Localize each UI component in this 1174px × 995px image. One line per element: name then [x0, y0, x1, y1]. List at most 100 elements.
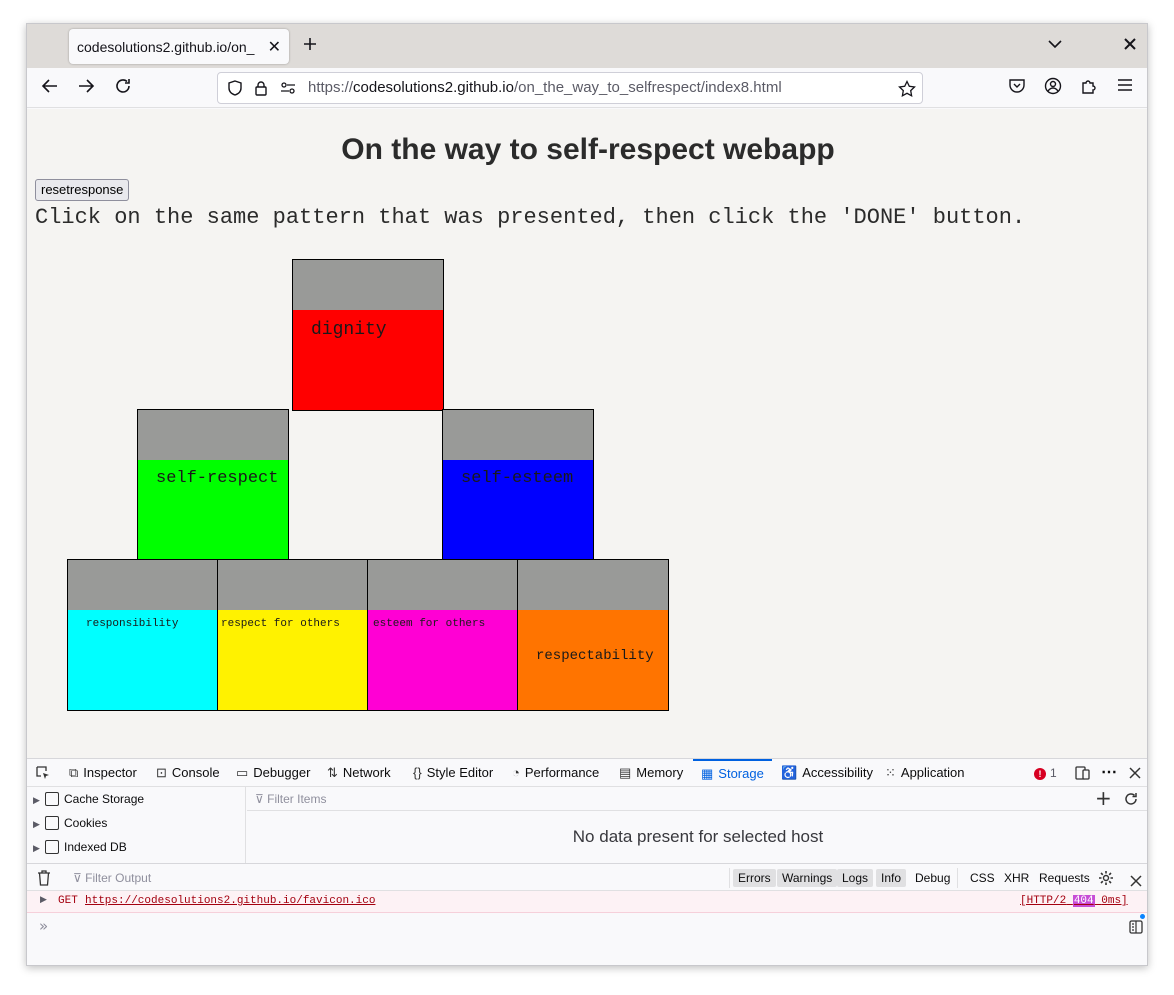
block-respectability[interactable]: respectability	[517, 559, 669, 711]
request-url[interactable]: https://codesolutions2.github.io/favicon…	[85, 895, 375, 907]
block-respect-for-others[interactable]: respect for others	[217, 559, 369, 711]
filter-css[interactable]: CSS	[965, 869, 1000, 887]
application-icon: ⁙	[885, 765, 896, 780]
block-label: self-respect	[156, 469, 279, 488]
block-label: dignity	[311, 320, 387, 340]
filter-errors[interactable]: Errors	[733, 869, 776, 887]
memory-icon: ▤	[619, 765, 632, 780]
trash-icon[interactable]	[37, 870, 51, 890]
tree-item-cache-storage[interactable]: ▶ Cache Storage	[33, 787, 144, 811]
bookmark-star-icon[interactable]	[898, 79, 916, 102]
pocket-icon[interactable]	[1006, 77, 1028, 99]
block-cap	[68, 560, 218, 610]
close-console-icon[interactable]	[1130, 872, 1142, 891]
filter-debug[interactable]: Debug	[910, 869, 955, 887]
refresh-icon[interactable]	[1123, 791, 1139, 811]
close-tab-icon[interactable]: ✕	[268, 37, 281, 56]
block-self-esteem[interactable]: self-esteem	[442, 409, 594, 561]
console-message-row[interactable]: ▶ GET https://codesolutions2.github.io/f…	[27, 891, 1147, 913]
settings-gear-icon[interactable]	[1098, 870, 1114, 890]
request-method: GET	[58, 895, 78, 907]
filter-logs[interactable]: Logs	[837, 869, 874, 887]
filter-output-input[interactable]: ⊽ Filter Output	[73, 871, 151, 885]
tab-console[interactable]: ⊡ Console	[156, 759, 220, 787]
block-cap	[293, 260, 443, 310]
element-picker-icon[interactable]	[35, 759, 51, 787]
block-dignity[interactable]: dignity	[292, 259, 444, 411]
tab-inspector[interactable]: ⧉ Inspector	[69, 759, 137, 787]
console-input[interactable]: »	[27, 913, 1147, 939]
forward-icon[interactable]	[75, 77, 97, 99]
close-window-icon[interactable]	[1123, 36, 1137, 56]
page-content: On the way to self-respect webapp resetr…	[27, 109, 1147, 758]
block-esteem-for-others[interactable]: esteem for others	[367, 559, 519, 711]
editor-mode-icon[interactable]	[1129, 914, 1145, 938]
console-prompt-icon: »	[39, 917, 49, 935]
block-responsibility[interactable]: responsibility	[67, 559, 219, 711]
filter-icon: ⊽	[255, 792, 268, 806]
tab-style-editor[interactable]: {} Style Editor	[413, 759, 493, 787]
reset-response-button[interactable]: resetresponse	[35, 179, 130, 201]
error-count-badge[interactable]: ! 1	[1034, 759, 1057, 787]
filter-warnings[interactable]: Warnings	[777, 869, 838, 887]
network-icon: ⇅	[327, 765, 338, 780]
expand-arrow-icon[interactable]: ▶	[33, 788, 45, 812]
new-tab-icon[interactable]	[302, 36, 318, 57]
database-icon	[45, 815, 59, 830]
storage-main: ⊽ Filter Items + No data present for sel…	[247, 787, 1147, 863]
block-label: respectability	[536, 648, 654, 664]
browser-tab[interactable]: codesolutions2.github.io/on_ ✕	[69, 29, 289, 64]
tab-application[interactable]: ⁙ Application	[885, 759, 965, 787]
debugger-icon: ▭	[236, 765, 249, 780]
tab-performance[interactable]: ◔ Performance	[512, 759, 599, 787]
status-code-badge: 404	[1072, 895, 1095, 907]
style-editor-icon: {}	[413, 765, 422, 780]
chevron-down-icon[interactable]	[1047, 36, 1063, 57]
back-icon[interactable]	[39, 77, 61, 99]
request-status[interactable]: [HTTP/2 404 0ms]	[1020, 895, 1128, 907]
account-icon[interactable]	[1042, 77, 1064, 99]
close-devtools-icon[interactable]	[1129, 759, 1141, 787]
devtools-toolbar: ⧉ Inspector ⊡ Console ▭ Debugger ⇅ Network {…	[27, 759, 1147, 787]
more-options-icon[interactable]: ⋯	[1101, 759, 1117, 787]
console-icon: ⊡	[156, 765, 167, 780]
responsive-design-icon[interactable]	[1075, 759, 1091, 787]
filter-info[interactable]: Info	[876, 869, 907, 887]
block-cap	[368, 560, 518, 610]
inspector-icon: ⧉	[69, 765, 79, 780]
expand-arrow-icon[interactable]: ▶	[40, 895, 47, 905]
url-bar[interactable]: https://codesolutions2.github.io/on_the_…	[217, 72, 923, 104]
storage-tree: ▶ Cache Storage ▶ Cookies ▶ Indexed DB	[27, 787, 246, 863]
add-item-icon[interactable]: +	[1095, 788, 1112, 808]
expand-arrow-icon[interactable]: ▶	[33, 812, 45, 836]
tree-item-indexed-db[interactable]: ▶ Indexed DB	[33, 835, 127, 859]
tab-memory[interactable]: ▤ Memory	[619, 759, 683, 787]
shield-icon[interactable]	[227, 80, 243, 100]
tab-storage[interactable]: ▦ Storage	[693, 759, 772, 787]
permissions-icon[interactable]	[280, 80, 296, 100]
navigation-bar: https://codesolutions2.github.io/on_the_…	[27, 68, 1147, 108]
tree-item-cookies[interactable]: ▶ Cookies	[33, 811, 107, 835]
tab-title: codesolutions2.github.io/on_	[77, 38, 255, 55]
tab-debugger[interactable]: ▭ Debugger	[236, 759, 310, 787]
database-icon	[45, 839, 59, 854]
divider	[957, 868, 958, 888]
url-text[interactable]: https://codesolutions2.github.io/on_the_…	[308, 79, 782, 96]
notification-dot	[1140, 914, 1145, 919]
filter-requests[interactable]: Requests	[1034, 869, 1095, 887]
tab-accessibility[interactable]: ♿ Accessibility	[781, 759, 873, 787]
reload-icon[interactable]	[112, 77, 134, 99]
expand-arrow-icon[interactable]: ▶	[33, 836, 45, 860]
menu-icon[interactable]	[1114, 77, 1136, 99]
tab-network[interactable]: ⇅ Network	[327, 759, 391, 787]
block-label: responsibility	[86, 618, 179, 630]
block-self-respect[interactable]: self-respect	[137, 409, 289, 561]
accessibility-icon: ♿	[781, 765, 798, 780]
filter-items-row: ⊽ Filter Items +	[247, 787, 1147, 811]
filter-items-input[interactable]: ⊽ Filter Items	[255, 792, 326, 806]
filter-xhr[interactable]: XHR	[999, 869, 1034, 887]
extensions-icon[interactable]	[1078, 77, 1100, 99]
storage-icon: ▦	[701, 766, 714, 781]
error-icon: !	[1034, 768, 1046, 780]
lock-icon[interactable]	[254, 80, 268, 100]
